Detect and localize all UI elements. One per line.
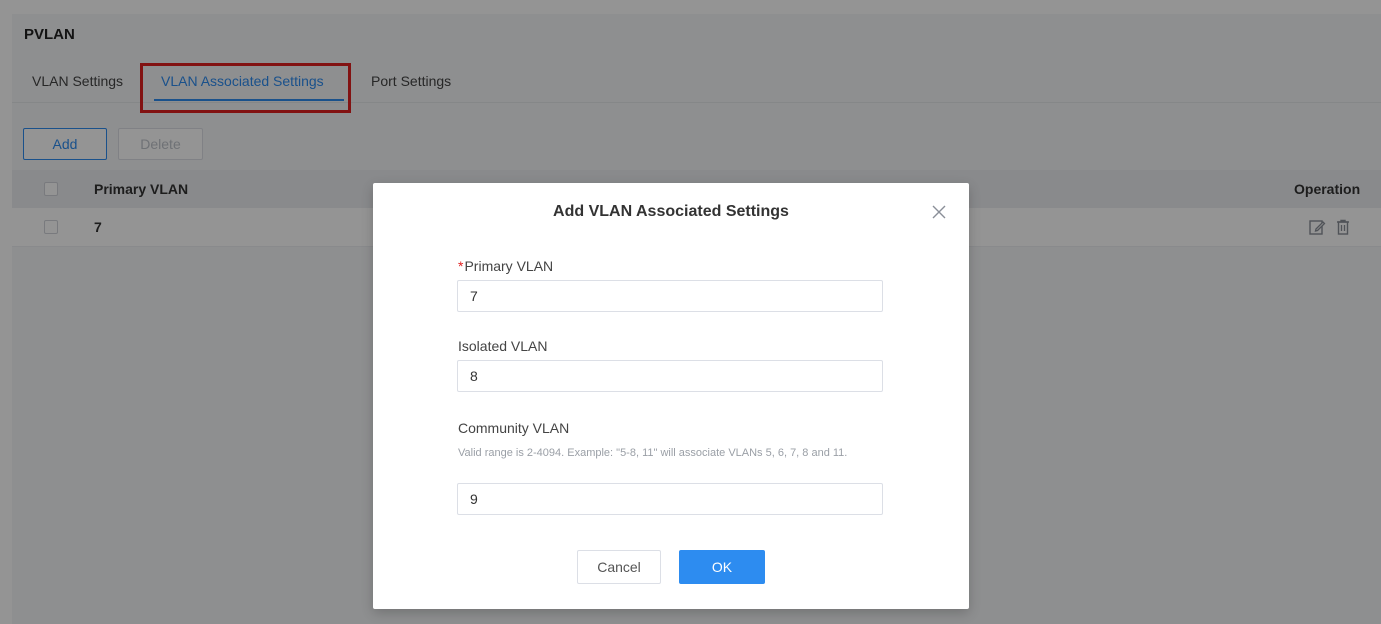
close-icon[interactable]: [928, 201, 950, 223]
isolated-vlan-label: Isolated VLAN: [458, 338, 548, 354]
ok-button[interactable]: OK: [679, 550, 765, 584]
primary-vlan-input[interactable]: [457, 280, 883, 312]
community-vlan-hint: Valid range is 2-4094. Example: "5-8, 11…: [458, 447, 848, 459]
add-vlan-associated-settings-dialog: Add VLAN Associated Settings *Primary VL…: [373, 183, 969, 609]
cancel-button[interactable]: Cancel: [577, 550, 661, 584]
dialog-title: Add VLAN Associated Settings: [553, 203, 789, 220]
community-vlan-label: Community VLAN: [458, 420, 570, 436]
required-mark: *: [458, 258, 464, 274]
primary-vlan-label: *Primary VLAN: [458, 258, 554, 274]
community-vlan-input[interactable]: [457, 483, 883, 515]
isolated-vlan-input[interactable]: [457, 360, 883, 392]
